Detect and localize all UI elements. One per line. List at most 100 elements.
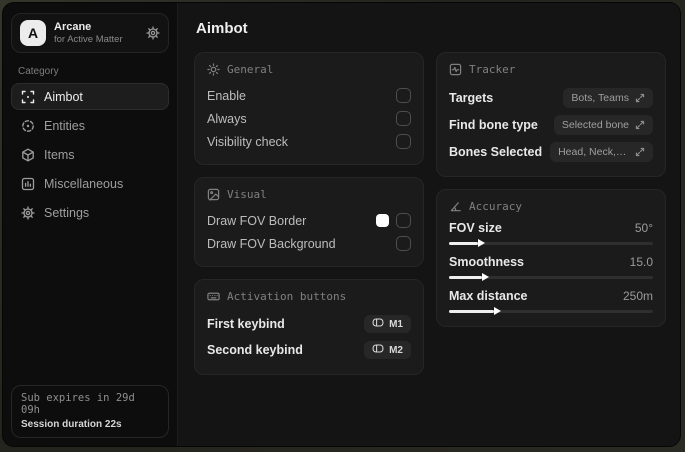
gear-icon xyxy=(21,205,35,220)
sidebar-item-aimbot[interactable]: Aimbot xyxy=(11,83,169,110)
setting-label: Draw FOV Background xyxy=(207,236,336,251)
sidebar: A Arcane for Active Matter Category Aimb… xyxy=(3,3,178,446)
fov-border-checkbox[interactable] xyxy=(396,213,411,228)
brand-name: Arcane xyxy=(54,21,92,33)
max-distance-slider[interactable] xyxy=(449,307,653,315)
slider-label: Max distance xyxy=(449,289,528,303)
always-checkbox[interactable] xyxy=(396,111,411,126)
setting-label: Draw FOV Border xyxy=(207,213,307,228)
accuracy-card: Accuracy FOV size 50° Smoothness 15.0 Ma… xyxy=(436,189,666,327)
setting-row-always: Always xyxy=(207,107,411,130)
category-label: Category xyxy=(18,66,59,77)
slider-value: 15.0 xyxy=(629,255,653,269)
tracker-card-header: Tracker xyxy=(449,63,653,76)
general-card: General Enable Always Visibility check xyxy=(194,52,424,165)
bones-selected-dropdown[interactable]: Head, Neck, Body, Pe… xyxy=(550,141,653,162)
tracker-row-targets: Targets Bots, Teams xyxy=(449,84,653,111)
sidebar-item-label: Items xyxy=(44,147,75,162)
brand-logo: A xyxy=(20,20,46,46)
sidebar-item-label: Settings xyxy=(44,205,90,220)
targets-dropdown[interactable]: Bots, Teams xyxy=(563,87,653,108)
page-title: Aimbot xyxy=(196,20,248,37)
dropdown-value: Bots, Teams xyxy=(571,91,629,104)
tracker-row-find-bone: Find bone type Selected bone xyxy=(449,111,653,138)
slider-smoothness: Smoothness 15.0 xyxy=(449,255,653,281)
accuracy-card-header: Accuracy xyxy=(449,200,653,213)
activation-buttons-card: Activation buttons First keybind M1 Seco… xyxy=(194,279,424,375)
cube-icon xyxy=(21,148,35,162)
section-title: Visual xyxy=(227,188,267,201)
left-column: General Enable Always Visibility check V… xyxy=(194,52,424,375)
enable-checkbox[interactable] xyxy=(396,88,411,103)
general-card-header: General xyxy=(207,63,411,76)
slider-max-distance: Max distance 250m xyxy=(449,289,653,315)
keybind-row-second: Second keybind M2 xyxy=(207,337,411,363)
keybind-label: Second keybind xyxy=(207,343,303,357)
tracker-label: Bones Selected xyxy=(449,144,543,159)
tracker-card: Tracker Targets Bots, Teams Find bone ty… xyxy=(436,52,666,177)
fov-size-slider[interactable] xyxy=(449,239,653,247)
setting-label: Enable xyxy=(207,88,246,103)
radar-icon xyxy=(21,119,35,133)
dropdown-value: Head, Neck, Body, Pe… xyxy=(558,145,629,158)
gear-icon[interactable] xyxy=(146,26,160,40)
slider-fill[interactable] xyxy=(449,273,489,281)
slider-fov-size: FOV size 50° xyxy=(449,221,653,247)
tracker-label: Find bone type xyxy=(449,117,538,132)
mouse-icon xyxy=(372,318,384,330)
fov-border-color-swatch[interactable] xyxy=(376,214,389,227)
section-title: General xyxy=(227,63,274,76)
brand-text: Arcane for Active Matter xyxy=(54,21,123,45)
sub-expiry-text: Sub expires in 29d 09h xyxy=(21,392,135,416)
sidebar-item-entities[interactable]: Entities xyxy=(11,112,169,139)
activity-icon xyxy=(449,63,462,76)
right-column: Tracker Targets Bots, Teams Find bone ty… xyxy=(436,52,666,327)
keybind-label: First keybind xyxy=(207,317,285,331)
sidebar-item-miscellaneous[interactable]: Miscellaneous xyxy=(11,170,169,197)
visual-card: Visual Draw FOV Border Draw FOV Backgrou… xyxy=(194,177,424,267)
smoothness-slider[interactable] xyxy=(449,273,653,281)
slider-fill[interactable] xyxy=(449,239,484,247)
tracker-label: Targets xyxy=(449,90,494,105)
setting-row-visibility-check: Visibility check xyxy=(207,130,411,153)
chart-panel-icon xyxy=(21,177,35,191)
expand-icon xyxy=(635,93,645,103)
tracker-row-bones-selected: Bones Selected Head, Neck, Body, Pe… xyxy=(449,138,653,165)
sidebar-item-items[interactable]: Items xyxy=(11,141,169,168)
first-keybind-button[interactable]: M1 xyxy=(364,315,411,333)
setting-row-fov-border: Draw FOV Border xyxy=(207,209,411,232)
sidebar-item-label: Entities xyxy=(44,118,85,133)
setting-row-fov-background: Draw FOV Background xyxy=(207,232,411,255)
keybind-row-first: First keybind M1 xyxy=(207,311,411,337)
brand-card: A Arcane for Active Matter xyxy=(11,13,169,53)
setting-label: Always xyxy=(207,111,247,126)
keybind-value: M2 xyxy=(389,344,403,356)
find-bone-type-dropdown[interactable]: Selected bone xyxy=(553,114,653,135)
slider-value: 50° xyxy=(634,221,653,235)
sidebar-item-label: Aimbot xyxy=(44,89,83,104)
section-title: Tracker xyxy=(469,63,516,76)
subscription-status: Sub expires in 29d 09h Session duration … xyxy=(11,385,169,438)
angle-icon xyxy=(449,200,462,213)
second-keybind-button[interactable]: M2 xyxy=(364,341,411,359)
slider-fill[interactable] xyxy=(449,307,501,315)
sidebar-item-settings[interactable]: Settings xyxy=(11,199,169,226)
section-title: Activation buttons xyxy=(227,290,347,303)
activation-card-header: Activation buttons xyxy=(207,290,411,303)
brand-subtitle: for Active Matter xyxy=(54,34,123,45)
slider-value: 250m xyxy=(622,289,653,303)
mouse-icon xyxy=(372,344,384,356)
session-duration-text: Session duration 22s xyxy=(21,419,122,430)
keyboard-icon xyxy=(207,290,220,303)
fov-background-checkbox[interactable] xyxy=(396,236,411,251)
setting-row-enable: Enable xyxy=(207,84,411,107)
sun-icon xyxy=(207,63,220,76)
section-title: Accuracy xyxy=(469,200,522,213)
keybind-value: M1 xyxy=(389,318,403,330)
expand-icon xyxy=(635,147,645,157)
sidebar-item-label: Miscellaneous xyxy=(44,176,124,191)
setting-label: Visibility check xyxy=(207,134,289,149)
visibility-check-checkbox[interactable] xyxy=(396,134,411,149)
expand-icon xyxy=(635,120,645,130)
slider-label: FOV size xyxy=(449,221,502,235)
